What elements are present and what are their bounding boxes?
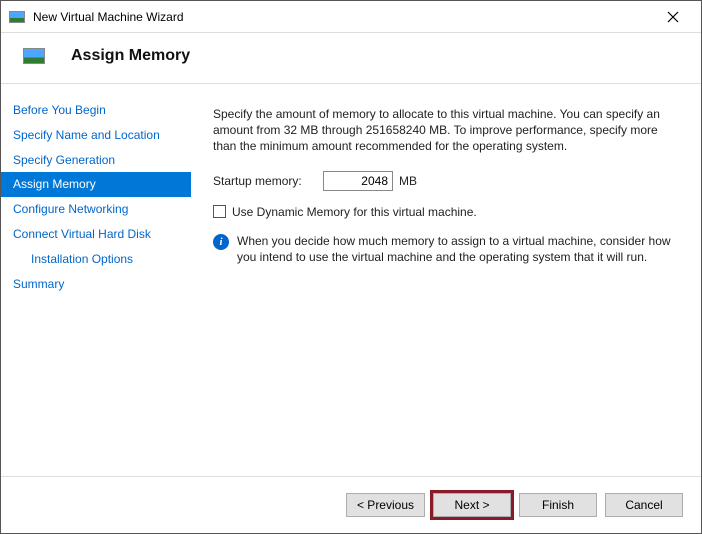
wizard-content: Specify the amount of memory to allocate…: [191, 84, 701, 476]
info-row: i When you decide how much memory to ass…: [213, 233, 673, 265]
wizard-header: Assign Memory: [1, 33, 701, 83]
dynamic-memory-checkbox[interactable]: [213, 205, 226, 218]
wizard-footer: < Previous Next > Finish Cancel: [1, 477, 701, 533]
sidebar-item-summary[interactable]: Summary: [1, 272, 191, 297]
sidebar-item-assign-memory[interactable]: Assign Memory: [1, 172, 191, 197]
sidebar-item-before-you-begin[interactable]: Before You Begin: [1, 98, 191, 123]
info-icon: i: [213, 234, 229, 250]
startup-memory-label: Startup memory:: [213, 174, 323, 188]
finish-button[interactable]: Finish: [519, 493, 597, 517]
sidebar-item-specify-generation[interactable]: Specify Generation: [1, 148, 191, 173]
startup-memory-input[interactable]: [323, 171, 393, 191]
dynamic-memory-row[interactable]: Use Dynamic Memory for this virtual mach…: [213, 205, 673, 219]
startup-memory-unit: MB: [399, 174, 417, 188]
description-text: Specify the amount of memory to allocate…: [213, 106, 673, 155]
dynamic-memory-label: Use Dynamic Memory for this virtual mach…: [232, 205, 477, 219]
wizard-body: Before You Begin Specify Name and Locati…: [1, 83, 701, 477]
sidebar-item-configure-networking[interactable]: Configure Networking: [1, 197, 191, 222]
app-icon: [9, 11, 25, 23]
sidebar-item-specify-name[interactable]: Specify Name and Location: [1, 123, 191, 148]
next-button[interactable]: Next >: [433, 493, 511, 517]
page-title: Assign Memory: [71, 47, 190, 65]
cancel-button[interactable]: Cancel: [605, 493, 683, 517]
window-title: New Virtual Machine Wizard: [33, 10, 653, 24]
sidebar-item-connect-vhd[interactable]: Connect Virtual Hard Disk: [1, 222, 191, 247]
wizard-sidebar: Before You Begin Specify Name and Locati…: [1, 84, 191, 476]
vm-icon: [23, 48, 45, 64]
previous-button[interactable]: < Previous: [346, 493, 425, 517]
titlebar: New Virtual Machine Wizard: [1, 1, 701, 33]
wizard-window: New Virtual Machine Wizard Assign Memory…: [0, 0, 702, 534]
startup-memory-row: Startup memory: MB: [213, 171, 673, 191]
close-icon[interactable]: [653, 3, 693, 31]
sidebar-item-installation-options[interactable]: Installation Options: [1, 247, 191, 272]
info-text: When you decide how much memory to assig…: [237, 233, 673, 265]
